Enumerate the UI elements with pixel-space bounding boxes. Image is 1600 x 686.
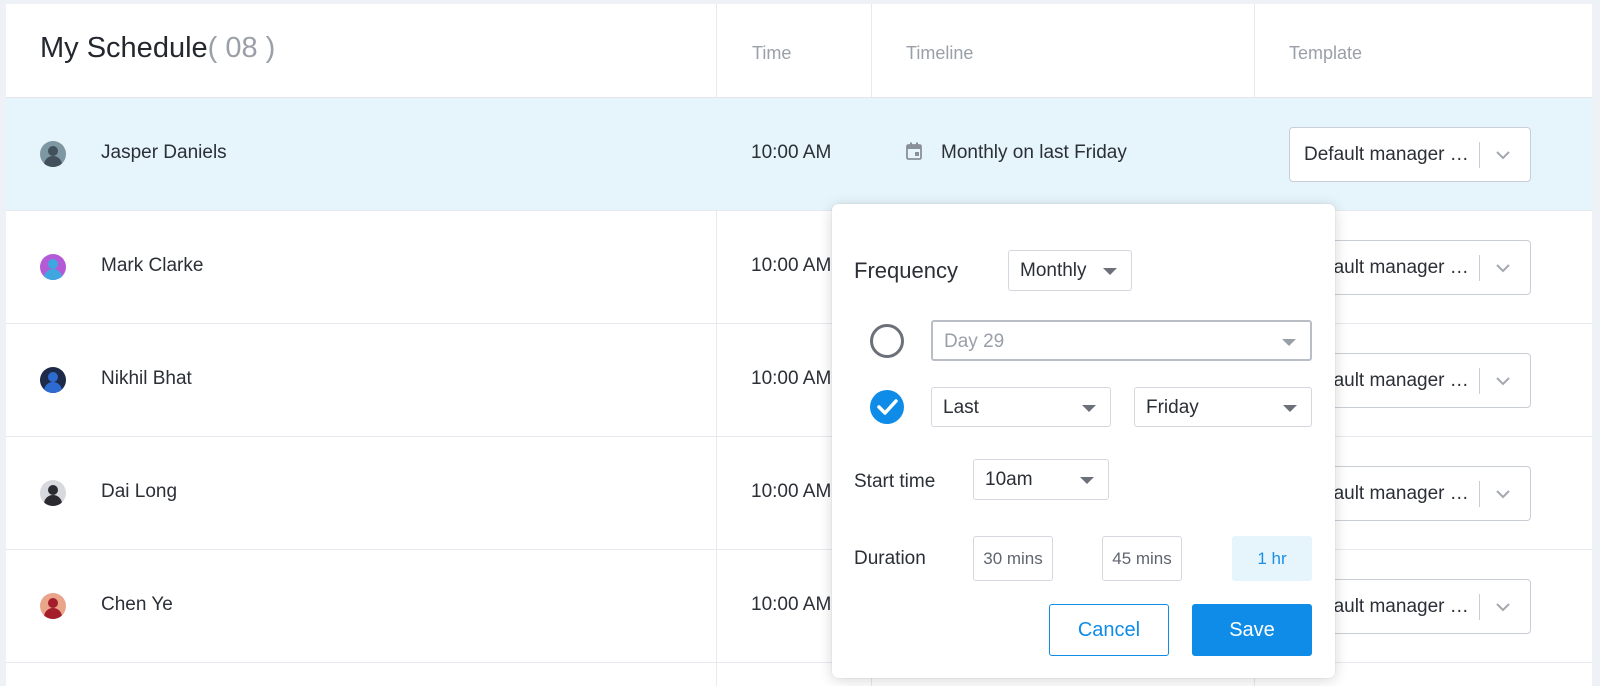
caret-down-icon bbox=[1103, 268, 1117, 275]
table-row[interactable]: Jasper Daniels 10:00 AM Monthly on last … bbox=[6, 98, 1592, 211]
select-separator bbox=[1479, 368, 1480, 394]
day-value: Day 29 bbox=[944, 331, 1005, 352]
select-separator bbox=[1479, 142, 1480, 168]
ordinal-value: Last bbox=[943, 397, 979, 418]
day-select[interactable]: Day 29 bbox=[931, 320, 1312, 361]
person-name: Dai Long bbox=[101, 481, 178, 502]
cancel-button[interactable]: Cancel bbox=[1049, 604, 1169, 656]
avatar bbox=[40, 480, 66, 506]
avatar bbox=[40, 254, 66, 280]
template-select[interactable]: Default manager 1:1 bbox=[1289, 127, 1531, 182]
table-row[interactable]: Mark Clarke 10:00 AM Default manager 1:1 bbox=[6, 211, 1592, 324]
ordinal-select[interactable]: Last bbox=[931, 387, 1111, 427]
avatar bbox=[40, 367, 66, 393]
checkmark-icon bbox=[877, 399, 898, 415]
select-separator bbox=[1479, 255, 1480, 281]
meeting-time: 10:00 AM bbox=[751, 142, 832, 163]
timeline-text: Monthly on last Friday bbox=[941, 142, 1127, 163]
day-option-radio[interactable] bbox=[870, 324, 904, 358]
column-header-template: Template bbox=[1289, 43, 1363, 63]
column-header-time: Time bbox=[752, 43, 792, 63]
duration-label: Duration bbox=[854, 548, 926, 569]
caret-down-icon bbox=[1080, 477, 1094, 484]
template-value: Default manager 1:1 bbox=[1304, 144, 1474, 165]
meeting-time: 10:00 AM bbox=[751, 594, 832, 615]
frequency-select[interactable]: Monthly bbox=[1008, 250, 1132, 291]
table-row[interactable]: Nikhil Bhat 10:00 AM Default manager 1:1 bbox=[6, 324, 1592, 437]
table-header: My Schedule( 08 ) Time Timeline Template bbox=[6, 4, 1592, 98]
meeting-time: 10:00 AM bbox=[751, 481, 832, 502]
avatar bbox=[40, 593, 66, 619]
weekday-select[interactable]: Friday bbox=[1134, 387, 1312, 427]
chevron-down-icon bbox=[1496, 490, 1510, 499]
select-separator bbox=[1479, 594, 1480, 620]
start-time-value: 10am bbox=[985, 469, 1033, 490]
column-header-timeline: Timeline bbox=[906, 43, 974, 63]
meeting-time: 10:00 AM bbox=[751, 255, 832, 276]
person-name: Nikhil Bhat bbox=[101, 368, 192, 389]
duration-30-button[interactable]: 30 mins bbox=[973, 536, 1053, 581]
person-name: Chen Ye bbox=[101, 594, 173, 615]
save-button[interactable]: Save bbox=[1192, 604, 1312, 656]
schedule-table: My Schedule( 08 ) Time Timeline Template… bbox=[6, 4, 1592, 686]
chevron-down-icon bbox=[1496, 264, 1510, 273]
meeting-time: 10:00 AM bbox=[751, 368, 832, 389]
start-time-label: Start time bbox=[854, 471, 936, 492]
weekday-value: Friday bbox=[1146, 397, 1199, 418]
start-time-select[interactable]: 10am bbox=[973, 459, 1109, 500]
caret-down-icon bbox=[1082, 405, 1096, 412]
page-title-text: My Schedule bbox=[40, 32, 208, 64]
chevron-down-icon bbox=[1496, 603, 1510, 612]
table-row[interactable]: Dai Long 10:00 AM Default manager 1:1 bbox=[6, 437, 1592, 550]
duration-1hr-button[interactable]: 1 hr bbox=[1232, 536, 1312, 581]
weekday-option-radio[interactable] bbox=[870, 390, 904, 424]
chevron-down-icon bbox=[1496, 377, 1510, 386]
caret-down-icon bbox=[1282, 339, 1296, 346]
page-title: My Schedule( 08 ) bbox=[40, 32, 275, 65]
calendar-icon bbox=[906, 142, 922, 160]
chevron-down-icon bbox=[1496, 151, 1510, 160]
person-name: Mark Clarke bbox=[101, 255, 204, 276]
person-name: Jasper Daniels bbox=[101, 142, 227, 163]
duration-45-button[interactable]: 45 mins bbox=[1102, 536, 1182, 581]
select-separator bbox=[1479, 481, 1480, 507]
frequency-label: Frequency bbox=[854, 258, 958, 283]
avatar bbox=[40, 141, 66, 167]
schedule-popover: Frequency Monthly Day 29 Last Friday Sta… bbox=[832, 204, 1335, 678]
schedule-count: ( 08 ) bbox=[207, 32, 276, 64]
caret-down-icon bbox=[1283, 405, 1297, 412]
frequency-value: Monthly bbox=[1020, 260, 1087, 281]
table-row[interactable]: Chen Ye 10:00 AM Default manager 1:1 bbox=[6, 550, 1592, 663]
